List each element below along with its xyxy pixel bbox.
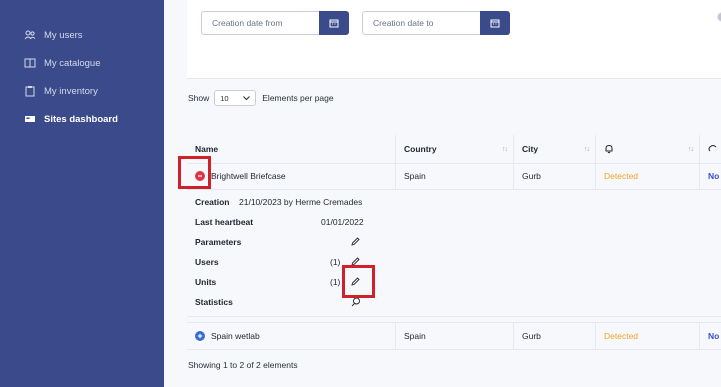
expand-icon[interactable] [195, 331, 205, 341]
status-cell: Detected [595, 323, 699, 349]
bell-icon [605, 144, 613, 154]
page-size-value: 10 [220, 93, 229, 103]
site-name: Brightwell Briefcase [211, 171, 286, 181]
show-label: Show [188, 93, 210, 103]
sidebar-item-label: Sites dashboard [44, 113, 118, 125]
main-content: Creation date from Creation date to Show… [164, 0, 721, 387]
column-label: Country [404, 144, 437, 154]
site-name: Spain wetlab [211, 331, 260, 341]
page-size-select[interactable]: 10 [214, 90, 257, 106]
sort-icon[interactable]: ↑↓ [502, 146, 508, 153]
detail-value: 01/01/2022 [321, 217, 364, 227]
sidebar-item-my-catalogue[interactable]: My catalogue [24, 54, 101, 72]
creation-date-from-field[interactable]: Creation date from [201, 11, 319, 35]
detail-value: 21/10/2023 by Herme Cremades [239, 197, 363, 207]
highlight-box-units-edit [342, 265, 375, 298]
table-header: Name Country ↑↓ City ↑↓ ↑↓ [187, 135, 721, 164]
calendar-icon [329, 19, 339, 28]
column-header-name[interactable]: Name [187, 135, 395, 163]
column-header-connection[interactable] [699, 135, 721, 163]
city-cell: Gurb [513, 163, 595, 189]
column-header-city[interactable]: City ↑↓ [513, 135, 595, 163]
detail-label: Parameters [195, 237, 242, 247]
units-count: (1) [330, 277, 341, 287]
table-row[interactable]: Brightwell Briefcase Spain Gurb Detected… [187, 163, 721, 190]
connection-icon [708, 145, 717, 152]
filter-panel: Creation date from Creation date to [187, 0, 721, 79]
column-label: Name [195, 144, 219, 154]
site-name-cell: Brightwell Briefcase [187, 163, 395, 189]
row-detail-panel: Creation 21/10/2023 by Herme Cremades La… [187, 189, 721, 317]
chevron-down-icon [243, 95, 251, 100]
connection-cell: No [699, 323, 721, 349]
clipboard-icon [25, 86, 35, 97]
page-size-control: Show 10 Elements per page [188, 90, 334, 106]
sidebar-item-label: My inventory [44, 85, 98, 97]
sidebar-item-label: My users [44, 29, 83, 41]
sidebar-item-my-inventory[interactable]: My inventory [24, 82, 98, 100]
sidebar-item-label: My catalogue [44, 57, 101, 69]
sidebar-item-my-users[interactable]: My users [24, 26, 83, 44]
edit-pencil-icon[interactable] [351, 237, 360, 246]
creation-date-to[interactable]: Creation date to [362, 11, 510, 35]
toggle-switch[interactable] [717, 12, 721, 22]
table-summary: Showing 1 to 2 of 2 elements [188, 360, 298, 370]
book-icon [24, 58, 36, 68]
calendar-button[interactable] [319, 11, 349, 35]
column-label: City [522, 144, 539, 154]
table-row[interactable]: Spain wetlab Spain Gurb Detected No [187, 322, 721, 350]
sidebar: My users My catalogue My inventory Sites… [0, 0, 164, 387]
detail-label: Last heartbeat [195, 217, 254, 227]
column-header-alert[interactable]: ↑↓ [595, 135, 699, 163]
status-cell: Detected [595, 163, 699, 189]
magnifier-icon[interactable] [351, 297, 361, 307]
detail-label: Users [195, 257, 219, 267]
connection-cell: No [699, 163, 721, 189]
sort-icon[interactable]: ↑↓ [584, 146, 590, 153]
users-count: (1) [330, 257, 341, 267]
calendar-button[interactable] [480, 11, 510, 35]
detail-label: Units [195, 277, 217, 287]
calendar-icon [490, 19, 500, 28]
site-name-cell: Spain wetlab [187, 323, 395, 349]
city-cell: Gurb [513, 323, 595, 349]
dashboard-icon [25, 116, 35, 122]
country-cell: Spain [395, 323, 513, 349]
sidebar-item-sites-dashboard[interactable]: Sites dashboard [24, 110, 118, 128]
detail-label: Statistics [195, 297, 233, 307]
detail-label: Creation [195, 197, 230, 207]
creation-date-to-field[interactable]: Creation date to [362, 11, 480, 35]
per-page-label: Elements per page [262, 93, 334, 103]
highlight-box-expand [178, 156, 211, 189]
users-icon [24, 30, 36, 40]
column-header-country[interactable]: Country ↑↓ [395, 135, 513, 163]
country-cell: Spain [395, 163, 513, 189]
creation-date-from[interactable]: Creation date from [201, 11, 349, 35]
sort-icon[interactable]: ↑↓ [688, 146, 694, 153]
